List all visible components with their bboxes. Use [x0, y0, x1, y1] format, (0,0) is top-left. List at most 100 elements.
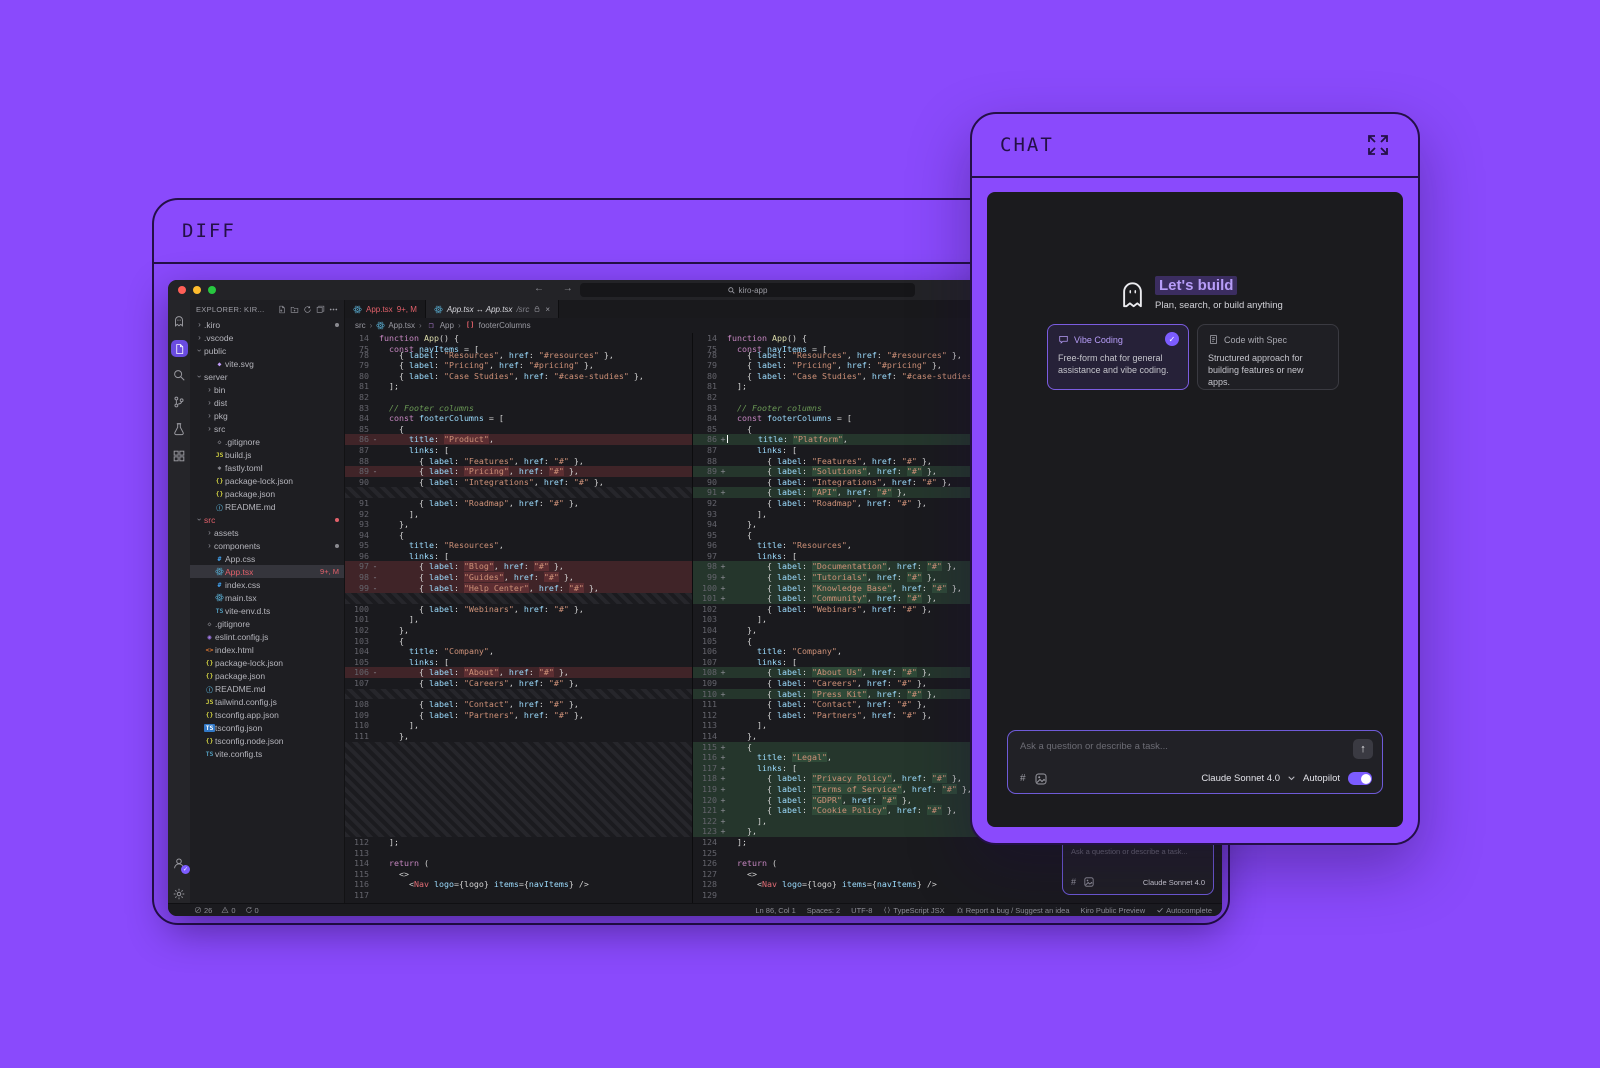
- breadcrumb-footerColumns[interactable]: []footerColumns: [465, 321, 531, 330]
- attach-image-icon[interactable]: [1084, 877, 1094, 887]
- code-line-original-94[interactable]: 94 {: [345, 530, 692, 541]
- code-line-original-112[interactable]: 112 ];: [345, 837, 692, 848]
- code-line-original-103[interactable]: 103 {: [345, 636, 692, 647]
- tree-file-README.md[interactable]: ⓘREADME.md: [190, 500, 344, 513]
- tree-folder-public[interactable]: ›public: [190, 344, 344, 357]
- tree-file-index.html[interactable]: <>index.html: [190, 643, 344, 656]
- status-report-a-bug-suggest-an-[interactable]: Report a bug / Suggest an idea: [956, 906, 1070, 915]
- refresh-icon[interactable]: [303, 305, 312, 314]
- card-vibe-coding[interactable]: Vibe CodingFree-form chat for general as…: [1047, 324, 1189, 390]
- tree-folder-.vscode[interactable]: ›.vscode: [190, 331, 344, 344]
- activity-item-beaker[interactable]: [171, 421, 187, 437]
- code-line-original-89[interactable]: 89- { label: "Pricing", href: "#" },: [345, 466, 692, 477]
- status-kiro-public-preview[interactable]: Kiro Public Preview: [1081, 906, 1146, 915]
- code-line-original-111[interactable]: 111 },: [345, 731, 692, 742]
- code-line-original-81[interactable]: 81 ];: [345, 381, 692, 392]
- code-line-original-98[interactable]: 98- { label: "Guides", href: "#" },: [345, 572, 692, 583]
- code-line-original-117[interactable]: 117: [345, 890, 692, 901]
- tree-file-App.tsx[interactable]: App.tsx9+, M: [190, 565, 344, 578]
- tree-file-App.css[interactable]: #App.css: [190, 552, 344, 565]
- tree-folder-dist[interactable]: ›dist: [190, 396, 344, 409]
- code-line-original-82[interactable]: 82: [345, 392, 692, 403]
- send-button[interactable]: ↑: [1353, 739, 1373, 759]
- tree-file-main.tsx[interactable]: main.tsx: [190, 591, 344, 604]
- code-line-original-83[interactable]: 83 // Footer columns: [345, 403, 692, 414]
- attach-image-icon[interactable]: [1035, 773, 1047, 785]
- code-line-original-104[interactable]: 104 title: "Company",: [345, 646, 692, 657]
- activity-item-account[interactable]: ✓: [171, 855, 187, 871]
- code-line-original-114[interactable]: 114 return (: [345, 858, 692, 869]
- status-sync[interactable]: 0: [245, 906, 259, 915]
- minimize-traffic-light[interactable]: [193, 286, 201, 294]
- model-selector[interactable]: Claude Sonnet 4.0: [1143, 878, 1205, 887]
- code-line-original-102[interactable]: 102 },: [345, 625, 692, 636]
- activity-item-extensions[interactable]: [171, 448, 187, 464]
- new-folder-icon[interactable]: [290, 305, 299, 314]
- tree-file-package.json[interactable]: {}package.json: [190, 669, 344, 682]
- context-hash-icon[interactable]: #: [1071, 877, 1076, 887]
- tree-file-build.js[interactable]: JSbuild.js: [190, 448, 344, 461]
- tree-file-package.json[interactable]: {}package.json: [190, 487, 344, 500]
- model-selector[interactable]: Claude Sonnet 4.0: [1201, 773, 1280, 784]
- status-ln-86-col-1[interactable]: Ln 86, Col 1: [755, 906, 795, 915]
- status-autocomplete[interactable]: Autocomplete: [1156, 906, 1212, 915]
- code-line-original-79[interactable]: 79 { label: "Pricing", href: "#pricing" …: [345, 360, 692, 371]
- tree-file-tsconfig.node.json[interactable]: {}tsconfig.node.json: [190, 734, 344, 747]
- code-line-original-91[interactable]: 91 { label: "Roadmap", href: "#" },: [345, 498, 692, 509]
- code-line-original-80[interactable]: 80 { label: "Case Studies", href: "#case…: [345, 371, 692, 382]
- code-line-original-105[interactable]: 105 links: [: [345, 657, 692, 668]
- history-nav-arrows[interactable]: ← →: [534, 283, 581, 294]
- activity-item-search[interactable]: [171, 367, 187, 383]
- activity-item-explorer-files[interactable]: [171, 340, 188, 357]
- activity-item-settings-gear[interactable]: [171, 886, 187, 902]
- breadcrumb-App[interactable]: ❒App: [426, 321, 454, 330]
- inline-chat-input[interactable]: Ask a question or describe a task... # C…: [1062, 838, 1214, 895]
- code-line-original-85[interactable]: 85 {: [345, 424, 692, 435]
- breadcrumb-App.tsx[interactable]: App.tsx: [376, 321, 415, 330]
- code-line-original-106[interactable]: 106- { label: "About", href: "#" },: [345, 667, 692, 678]
- activity-item-kiro-ghost[interactable]: [171, 313, 187, 329]
- chevron-down-icon[interactable]: [1288, 776, 1295, 781]
- autopilot-toggle[interactable]: [1348, 772, 1372, 785]
- tree-folder-server[interactable]: ›server: [190, 370, 344, 383]
- code-line-original-99[interactable]: 99- { label: "Help Center", href: "#" },: [345, 583, 692, 594]
- tree-file-.gitignore[interactable]: ◇.gitignore: [190, 435, 344, 448]
- tree-folder-src[interactable]: ›src: [190, 513, 344, 526]
- close-tab-icon[interactable]: ×: [545, 305, 550, 314]
- tree-file-tsconfig.app.json[interactable]: {}tsconfig.app.json: [190, 708, 344, 721]
- context-hash-icon[interactable]: #: [1020, 773, 1026, 784]
- code-line-original-107[interactable]: 107 { label: "Careers", href: "#" },: [345, 678, 692, 689]
- close-traffic-light[interactable]: [178, 286, 186, 294]
- code-line-original-100[interactable]: 100 { label: "Webinars", href: "#" },: [345, 604, 692, 615]
- tree-file-README.md[interactable]: ⓘREADME.md: [190, 682, 344, 695]
- tree-folder-.kiro[interactable]: ›.kiro: [190, 318, 344, 331]
- new-file-icon[interactable]: [277, 305, 286, 314]
- tree-folder-assets[interactable]: ›assets: [190, 526, 344, 539]
- code-line-original-86[interactable]: 86- title: "Product",: [345, 434, 692, 445]
- code-line-original-14[interactable]: 14function App() {: [345, 333, 692, 344]
- tree-file-eslint.config.js[interactable]: ◉eslint.config.js: [190, 630, 344, 643]
- tree-folder-components[interactable]: ›components: [190, 539, 344, 552]
- maximize-traffic-light[interactable]: [208, 286, 216, 294]
- code-line-original-95[interactable]: 95 title: "Resources",: [345, 540, 692, 551]
- chat-input-box[interactable]: Ask a question or describe a task... ↑ #…: [1007, 730, 1383, 794]
- tree-file-vite.svg[interactable]: ◆vite.svg: [190, 357, 344, 370]
- tree-file-.gitignore[interactable]: ◇.gitignore: [190, 617, 344, 630]
- card-code-with-spec[interactable]: Code with SpecStructured approach for bu…: [1197, 324, 1339, 390]
- tree-file-fastly.toml[interactable]: ✱fastly.toml: [190, 461, 344, 474]
- editor-tab-App.tsx[interactable]: App.tsx9+, M: [345, 300, 426, 318]
- more-icon[interactable]: [329, 305, 338, 314]
- tree-file-tailwind.config.js[interactable]: JStailwind.config.js: [190, 695, 344, 708]
- code-line-original-101[interactable]: 101 ],: [345, 614, 692, 625]
- code-line-original-108[interactable]: 108 { label: "Contact", href: "#" },: [345, 699, 692, 710]
- status-error-circle[interactable]: 26: [194, 906, 212, 915]
- status-spaces-2[interactable]: Spaces: 2: [807, 906, 840, 915]
- code-line-original-110[interactable]: 110 ],: [345, 720, 692, 731]
- tree-file-vite-env.d.ts[interactable]: TSvite-env.d.ts: [190, 604, 344, 617]
- tree-folder-pkg[interactable]: ›pkg: [190, 409, 344, 422]
- activity-item-source-control[interactable]: [171, 394, 187, 410]
- code-line-original-96[interactable]: 96 links: [: [345, 551, 692, 562]
- code-line-original-84[interactable]: 84 const footerColumns = [: [345, 413, 692, 424]
- code-line-original-87[interactable]: 87 links: [: [345, 445, 692, 456]
- code-line-original-92[interactable]: 92 ],: [345, 509, 692, 520]
